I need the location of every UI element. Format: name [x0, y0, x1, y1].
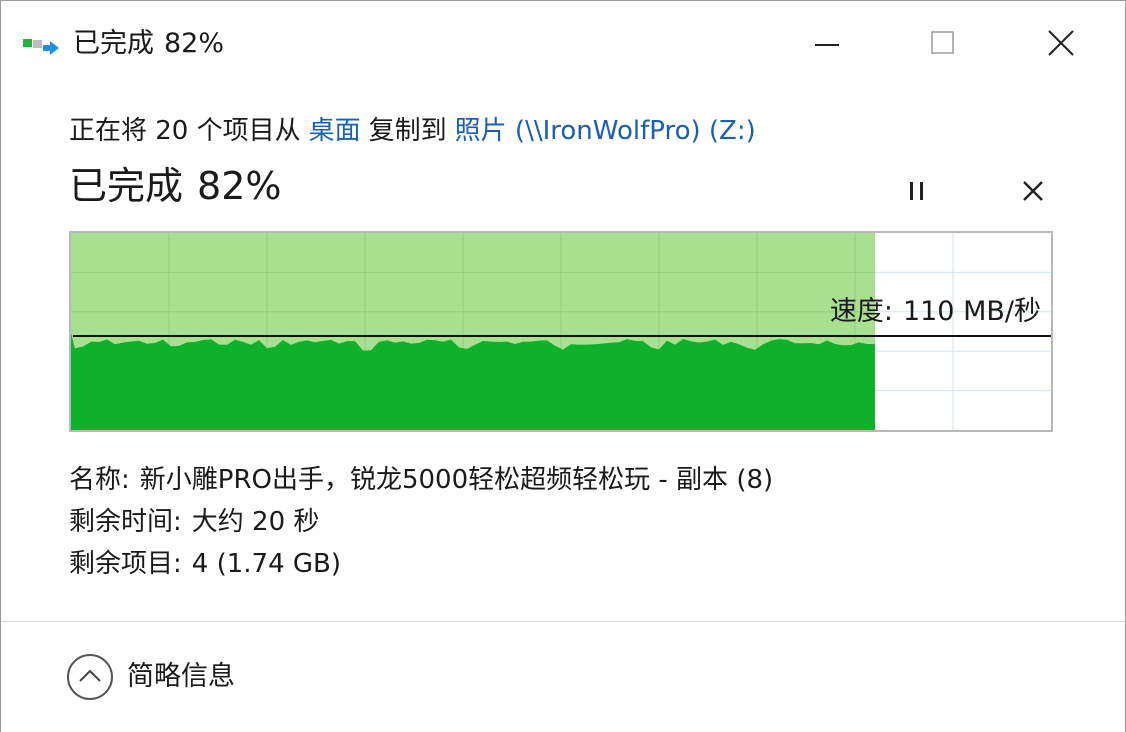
status-text: 已完成 — [69, 164, 184, 208]
close-button[interactable] — [1031, 15, 1091, 71]
time-value: 大约 20 秒 — [191, 507, 320, 537]
status-percent: 82% — [197, 164, 282, 208]
maximize-button[interactable] — [913, 15, 973, 71]
title-bar[interactable]: 已完成 82% — [1, 1, 1125, 87]
copy-dialog-window: 已完成 82% 正在将 20 个项目从 桌面 复制到 照片 (\\IronWolfPro… — [0, 0, 1126, 732]
cancel-button[interactable] — [1013, 171, 1053, 211]
source-link[interactable]: 桌面 — [309, 116, 361, 146]
time-label: 剩余时间: — [69, 507, 182, 537]
name-label: 名称: — [69, 465, 130, 495]
window-title-text: 已完成 — [73, 28, 154, 59]
chevron-circle[interactable] — [67, 654, 113, 700]
speed-graph-canvas — [71, 233, 1051, 430]
cancel-icon — [1023, 181, 1043, 201]
window-title-percent: 82% — [164, 28, 225, 59]
speed-value: 110 MB/秒 — [902, 296, 1041, 327]
window-title: 已完成 82% — [73, 27, 224, 61]
name-value: 新小雕PRO出手，锐龙5000轻松超频轻松玩 - 副本 (8) — [139, 465, 774, 495]
close-icon — [1048, 30, 1074, 56]
speed-label-text: 速度: — [829, 296, 893, 327]
pause-button[interactable] — [899, 171, 939, 211]
minimize-icon — [815, 44, 839, 46]
pause-icon — [910, 182, 923, 200]
minimize-button[interactable] — [797, 15, 857, 71]
items-label: 剩余项目: — [69, 549, 182, 579]
speed-readout: 速度: 110 MB/秒 — [830, 295, 1041, 329]
copy-description: 正在将 20 个项目从 桌面 复制到 照片 (\\IronWolfPro) (Z:) — [69, 113, 756, 149]
maximize-icon — [931, 31, 954, 54]
fewer-details-button[interactable]: 简略信息 — [67, 654, 235, 700]
detail-name: 名称: 新小雕PRO出手，锐龙5000轻松超频轻松玩 - 副本 (8) — [69, 462, 773, 498]
progress-status: 已完成 82% — [69, 163, 281, 209]
destination-link[interactable]: 照片 (\\IronWolfPro) (Z:) — [455, 116, 756, 146]
footer: 简略信息 — [1, 621, 1125, 732]
copy-files-icon — [23, 35, 63, 59]
fewer-details-label: 简略信息 — [127, 661, 235, 692]
items-value: 4 (1.74 GB) — [191, 549, 341, 579]
transfer-speed-graph: 速度: 110 MB/秒 — [69, 231, 1053, 432]
chevron-up-icon — [79, 669, 101, 682]
copy-middle: 复制到 — [368, 116, 447, 146]
detail-time-remaining: 剩余时间: 大约 20 秒 — [69, 504, 319, 540]
detail-items-remaining: 剩余项目: 4 (1.74 GB) — [69, 546, 341, 582]
copy-prefix: 正在将 20 个项目从 — [69, 116, 301, 146]
